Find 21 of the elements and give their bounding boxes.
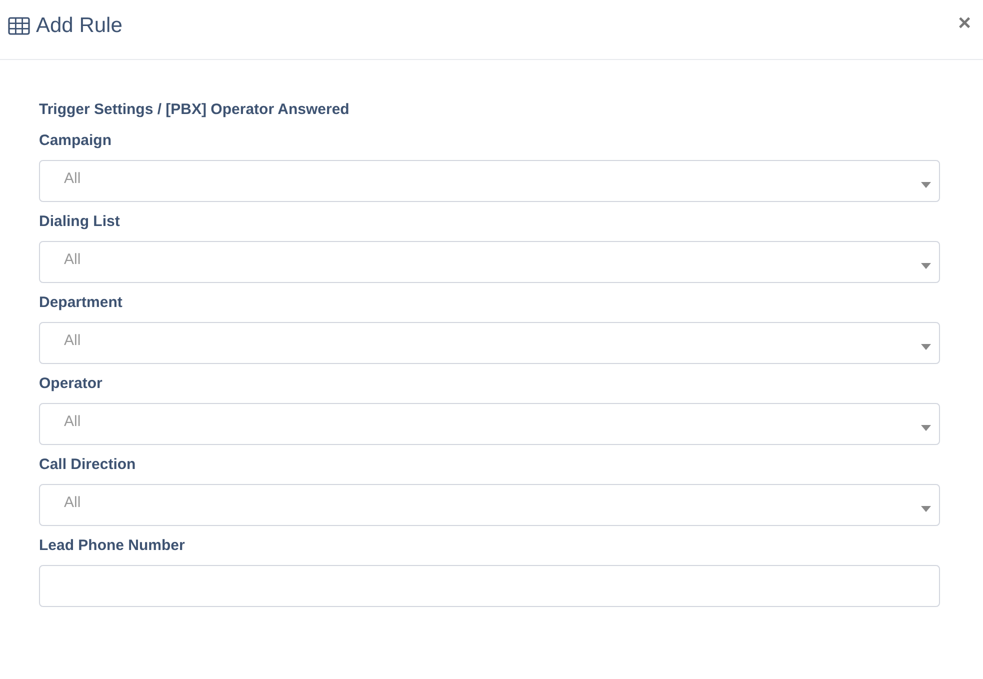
select-field[interactable]: All — [39, 160, 940, 202]
table-icon — [8, 16, 30, 34]
select-field[interactable]: All — [39, 484, 940, 526]
dialog-title: Add Rule — [36, 14, 122, 38]
caret-icon — [921, 506, 931, 512]
close-button[interactable]: × — [958, 12, 971, 34]
input-field[interactable] — [39, 565, 940, 607]
select-field[interactable]: All — [39, 403, 940, 445]
caret-icon — [921, 182, 931, 188]
field-label: Call Direction — [39, 456, 137, 473]
caret-icon — [921, 344, 931, 350]
field-label: Lead Phone Number — [39, 537, 186, 554]
select-field[interactable]: All — [39, 322, 940, 364]
field-label: Department — [39, 294, 124, 311]
field-label: Campaign — [39, 132, 113, 149]
caret-icon — [921, 263, 931, 269]
section-title: Trigger Settings / [PBX] Operator Answered — [39, 101, 350, 118]
caret-icon — [921, 425, 931, 431]
select-field[interactable]: All — [39, 241, 940, 283]
field-label: Operator — [39, 375, 104, 392]
field-label: Dialing List — [39, 213, 121, 230]
